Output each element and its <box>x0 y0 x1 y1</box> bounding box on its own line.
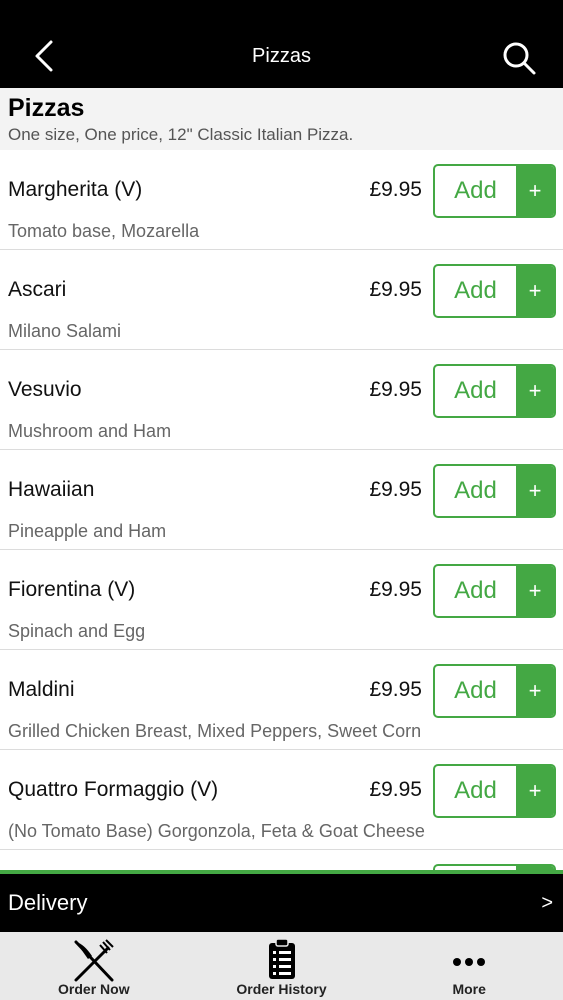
add-label: Add <box>454 377 497 404</box>
clipboard-icon <box>268 938 295 979</box>
plus-icon: + <box>516 666 554 716</box>
item-price: £9.95 <box>369 478 422 501</box>
item-price: £9.95 <box>369 578 422 601</box>
add-button[interactable]: Add + <box>433 664 556 718</box>
delivery-bar[interactable]: Delivery > <box>0 870 563 932</box>
item-name: Maldini <box>8 678 75 701</box>
menu-item-fiorentina[interactable]: Fiorentina (V) £9.95 Add + Spinach and E… <box>0 550 563 650</box>
section-subtitle: One size, One price, 12" Classic Italian… <box>8 125 354 144</box>
chevron-right-icon: > <box>541 892 553 914</box>
add-label: Add <box>454 477 497 504</box>
add-button[interactable]: Add + <box>433 164 556 218</box>
item-description: Spinach and Egg <box>8 621 146 641</box>
plus-icon: + <box>516 566 554 616</box>
menu-item-ascari[interactable]: Ascari £9.95 Add + Milano Salami <box>0 250 563 350</box>
plus-icon: + <box>516 366 554 416</box>
add-button[interactable]: Add + <box>433 364 556 418</box>
item-description: Tomato base, Mozarella <box>8 221 200 241</box>
add-label: Add <box>454 277 497 304</box>
menu-item-vesuvio[interactable]: Vesuvio £9.95 Add + Mushroom and Ham <box>0 350 563 450</box>
item-price: £9.95 <box>369 178 422 201</box>
item-name: Fiorentina (V) <box>8 578 136 601</box>
app-screen: Pizzas Pizzas One size, One price, 12" C… <box>0 0 563 1000</box>
item-description: Milano Salami <box>8 321 122 341</box>
menu-item-maldini[interactable]: Maldini £9.95 Add + Grilled Chicken Brea… <box>0 650 563 750</box>
tab-label: Order Now <box>58 981 130 997</box>
add-button[interactable]: Add + <box>433 464 556 518</box>
plus-icon: + <box>516 166 554 216</box>
section-header: Pizzas One size, One price, 12" Classic … <box>0 88 563 150</box>
item-description: (No Tomato Base) Gorgonzola, Feta & Goat… <box>8 821 425 841</box>
tab-order-now[interactable]: Order Now <box>0 932 188 1000</box>
search-button[interactable] <box>499 38 539 78</box>
add-button[interactable]: Add + <box>433 264 556 318</box>
add-label: Add <box>454 177 497 204</box>
tab-order-history[interactable]: Order History <box>188 932 376 1000</box>
more-dots-icon <box>453 958 486 966</box>
item-price: £9.95 <box>369 678 422 701</box>
menu-item-partial[interactable] <box>0 850 563 870</box>
add-button[interactable]: Add + <box>433 564 556 618</box>
search-icon <box>503 42 536 75</box>
add-label: Add <box>454 577 497 604</box>
bottom-tab-bar: Order Now Order History More <box>0 932 563 1000</box>
delivery-label: Delivery <box>8 890 88 915</box>
tab-label: Order History <box>236 981 327 997</box>
tab-label: More <box>452 981 486 997</box>
fork-knife-icon <box>74 939 114 982</box>
top-navbar: Pizzas <box>0 0 563 88</box>
item-name: Ascari <box>8 278 67 301</box>
item-name: Margherita (V) <box>8 178 143 201</box>
add-button[interactable]: Add + <box>433 764 556 818</box>
menu-item-hawaiian[interactable]: Hawaiian £9.95 Add + Pineapple and Ham <box>0 450 563 550</box>
item-description: Grilled Chicken Breast, Mixed Peppers, S… <box>8 721 422 741</box>
page-title: Pizzas <box>252 45 311 67</box>
item-price: £9.95 <box>369 378 422 401</box>
add-label: Add <box>454 777 497 804</box>
section-title: Pizzas <box>8 94 85 122</box>
plus-icon: + <box>516 266 554 316</box>
item-description: Pineapple and Ham <box>8 521 167 541</box>
menu-list[interactable]: Margherita (V) £9.95 Add + Tomato base, … <box>0 150 563 870</box>
add-label: Add <box>454 677 497 704</box>
plus-icon: + <box>516 766 554 816</box>
tab-more[interactable]: More <box>375 932 563 1000</box>
menu-item-margherita[interactable]: Margherita (V) £9.95 Add + Tomato base, … <box>0 150 563 250</box>
item-name: Hawaiian <box>8 478 95 501</box>
item-description: Mushroom and Ham <box>8 421 172 441</box>
item-price: £9.95 <box>369 778 422 801</box>
item-price: £9.95 <box>369 278 422 301</box>
item-name: Quattro Formaggio (V) <box>8 778 219 801</box>
item-name: Vesuvio <box>8 378 82 401</box>
menu-item-quattro-formaggio[interactable]: Quattro Formaggio (V) £9.95 Add + (No To… <box>0 750 563 850</box>
plus-icon: + <box>516 466 554 516</box>
